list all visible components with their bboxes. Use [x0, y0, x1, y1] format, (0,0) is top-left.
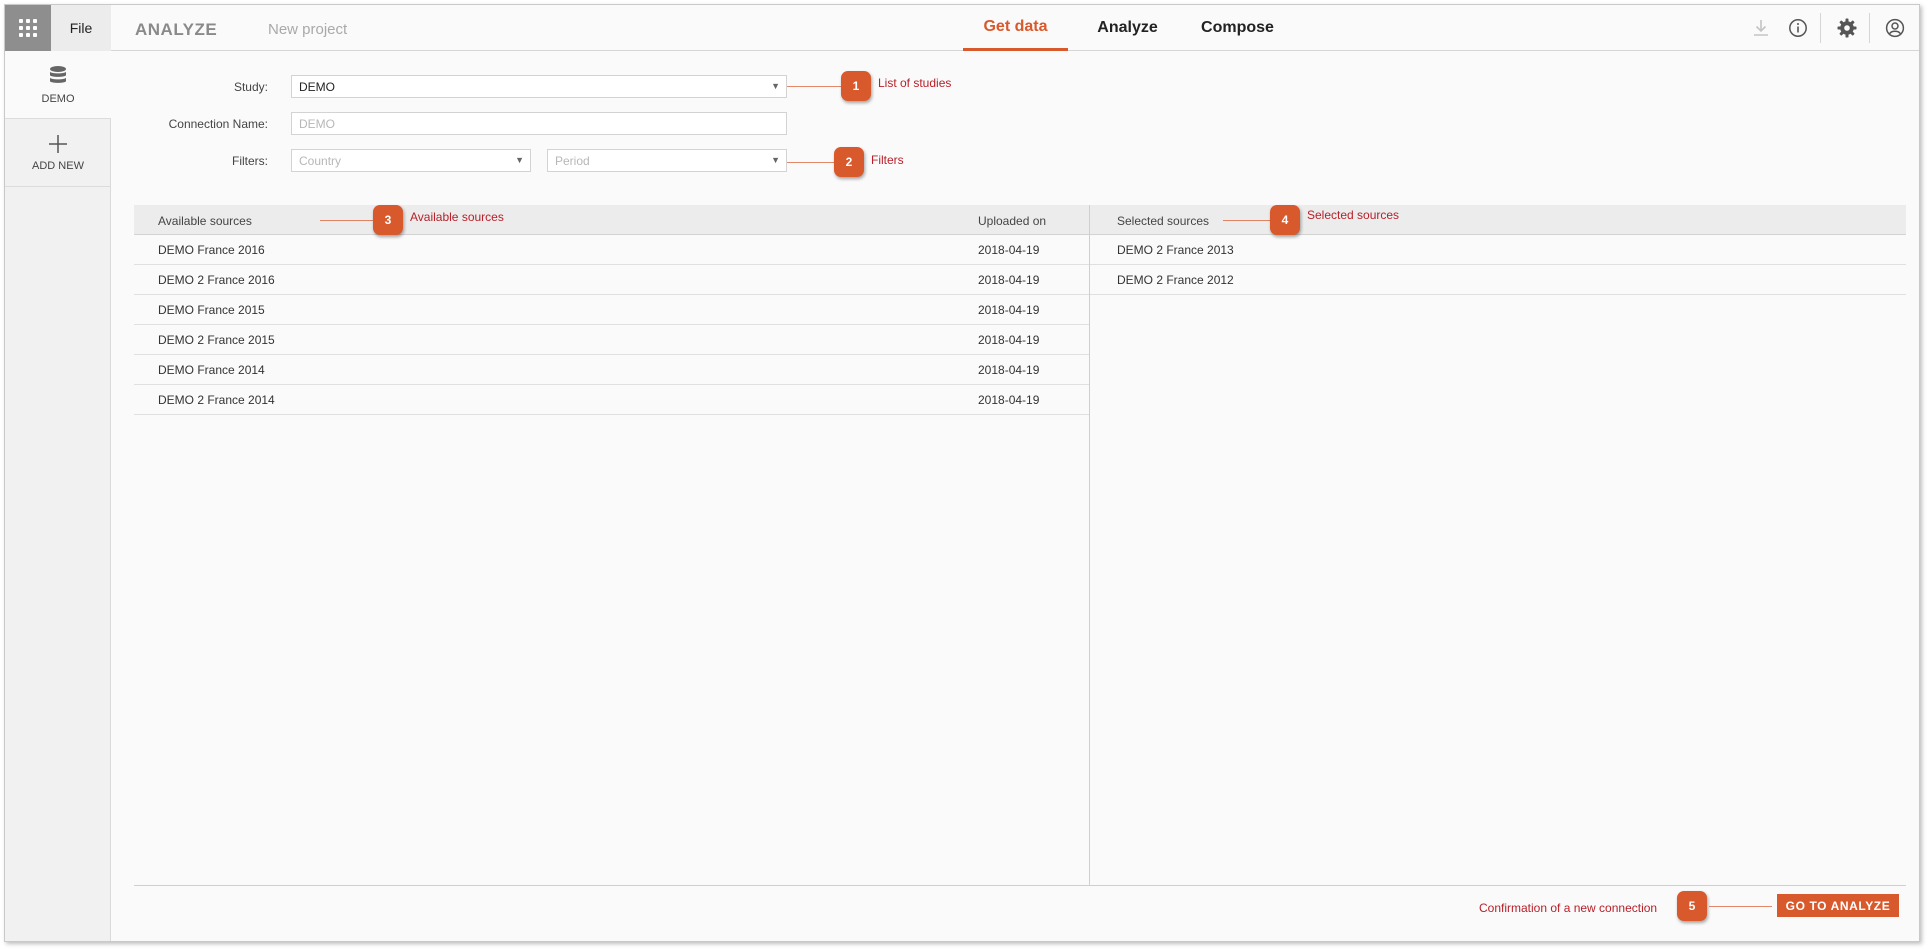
callout-badge-1: 1 — [841, 71, 871, 101]
available-sources-title: Available sources — [158, 214, 252, 228]
study-value: DEMO — [299, 80, 335, 94]
source-name: DEMO France 2014 — [158, 363, 265, 377]
chevron-down-icon: ▼ — [771, 155, 780, 165]
source-name: DEMO 2 France 2015 — [158, 333, 275, 347]
selected-sources-header: Selected sources — [1090, 205, 1906, 235]
callout-badge-4: 4 — [1270, 205, 1300, 235]
source-date: 2018-04-19 — [978, 303, 1040, 317]
list-item[interactable]: DEMO France 2014 2018-04-19 — [134, 355, 1089, 385]
chevron-down-icon: ▼ — [515, 155, 524, 165]
database-icon — [50, 65, 66, 83]
list-item[interactable]: DEMO France 2015 2018-04-19 — [134, 295, 1089, 325]
apps-menu-button[interactable] — [5, 5, 51, 51]
callout-text-1: List of studies — [878, 76, 952, 90]
source-name: DEMO 2 France 2014 — [158, 393, 275, 407]
user-icon[interactable] — [1885, 18, 1905, 38]
top-bar: File ANALYZE New project Get data Analyz… — [5, 5, 1919, 51]
source-name: DEMO 2 France 2016 — [158, 273, 275, 287]
period-placeholder: Period — [555, 154, 590, 168]
callout-badge-2: 2 — [834, 147, 864, 177]
country-placeholder: Country — [299, 154, 342, 168]
list-item[interactable]: DEMO 2 France 2013 — [1090, 235, 1906, 265]
project-name[interactable]: New project — [268, 21, 347, 38]
toolbar-divider — [1820, 13, 1821, 43]
connection-name-placeholder: DEMO — [299, 117, 335, 131]
sidebar-item-add-new[interactable]: ADD NEW — [5, 119, 111, 187]
list-item[interactable]: DEMO 2 France 2016 2018-04-19 — [134, 265, 1089, 295]
source-date: 2018-04-19 — [978, 273, 1040, 287]
tab-analyze[interactable]: Analyze — [1085, 5, 1170, 51]
gear-icon[interactable] — [1837, 18, 1857, 38]
app-title: ANALYZE — [135, 20, 218, 39]
callout-line — [320, 220, 378, 221]
sidebar-item-demo[interactable]: DEMO — [5, 51, 111, 119]
callout-line — [1223, 220, 1273, 221]
callout-badge-3: 3 — [373, 205, 403, 235]
available-sources-list: DEMO France 2016 2018-04-19 DEMO 2 Franc… — [134, 235, 1089, 885]
callout-text-3: Available sources — [410, 210, 504, 224]
sidebar-item-label: DEMO — [41, 92, 75, 105]
selected-sources-title: Selected sources — [1117, 214, 1210, 228]
callout-line — [787, 162, 837, 163]
country-filter-select[interactable]: Country ▼ — [291, 149, 531, 172]
plus-icon — [49, 134, 67, 153]
list-item[interactable]: DEMO 2 France 2015 2018-04-19 — [134, 325, 1089, 355]
info-icon[interactable] — [1788, 18, 1808, 38]
apps-grid-icon — [19, 19, 37, 37]
tab-get-data[interactable]: Get data — [963, 5, 1068, 51]
sidebar-item-label: ADD NEW — [32, 159, 84, 172]
file-menu-button[interactable]: File — [51, 5, 111, 51]
download-icon[interactable] — [1751, 18, 1771, 38]
toolbar-divider — [1869, 13, 1870, 43]
connection-name-input[interactable]: DEMO — [291, 112, 787, 135]
tab-compose[interactable]: Compose — [1190, 5, 1285, 51]
connections-sidebar: DEMO ADD NEW — [5, 51, 111, 941]
source-date: 2018-04-19 — [978, 243, 1040, 257]
selected-sources-list: DEMO 2 France 2013 DEMO 2 France 2012 — [1090, 235, 1906, 885]
app-window: File ANALYZE New project Get data Analyz… — [4, 4, 1920, 942]
list-item[interactable]: DEMO 2 France 2014 2018-04-19 — [134, 385, 1089, 415]
source-name: DEMO France 2015 — [158, 303, 265, 317]
available-sources-header: Available sources Uploaded on — [134, 205, 1089, 235]
connection-name-label: Connection Name: — [168, 117, 268, 131]
callout-text-4: Selected sources — [1307, 208, 1400, 222]
list-item[interactable]: DEMO 2 France 2012 — [1090, 265, 1906, 295]
filters-label: Filters: — [232, 154, 268, 168]
study-select[interactable]: DEMO ▼ — [291, 75, 787, 98]
callout-text-5: Confirmation of a new connection — [1479, 901, 1658, 915]
source-date: 2018-04-19 — [978, 333, 1040, 347]
chevron-down-icon: ▼ — [771, 81, 780, 91]
footer-divider — [134, 885, 1906, 886]
callout-badge-5: 5 — [1677, 891, 1707, 921]
callout-text-2: Filters — [871, 153, 904, 167]
source-date: 2018-04-19 — [978, 393, 1040, 407]
period-filter-select[interactable]: Period ▼ — [547, 149, 787, 172]
go-to-analyze-button[interactable]: GO TO ANALYZE — [1777, 894, 1899, 917]
source-name: DEMO 2 France 2013 — [1117, 243, 1234, 257]
study-label: Study: — [233, 80, 268, 94]
uploaded-on-title: Uploaded on — [978, 214, 1047, 228]
callout-line — [1709, 906, 1772, 907]
source-name: DEMO 2 France 2012 — [1117, 273, 1234, 287]
callout-line — [787, 86, 845, 87]
source-name: DEMO France 2016 — [158, 243, 265, 257]
source-date: 2018-04-19 — [978, 363, 1040, 377]
list-item[interactable]: DEMO France 2016 2018-04-19 — [134, 235, 1089, 265]
